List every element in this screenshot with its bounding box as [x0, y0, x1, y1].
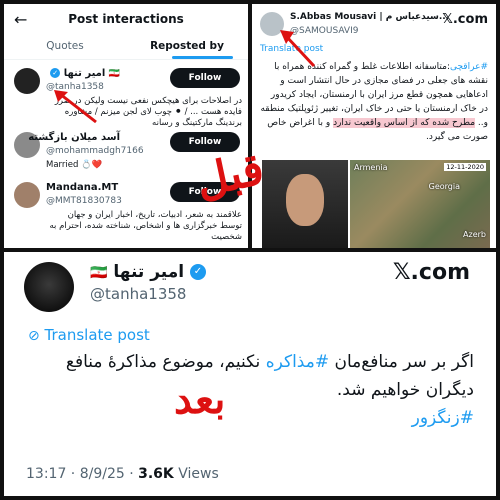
- hashtag-link[interactable]: #عراقچی: [450, 62, 488, 72]
- avatar[interactable]: [14, 68, 40, 94]
- user-name: Mandana.MT: [46, 182, 119, 193]
- red-arrow-annotation-icon: [280, 30, 316, 68]
- iran-flag-icon: 🇮🇷: [90, 265, 108, 281]
- list-item[interactable]: 🇮🇷 امیر تنها ✓ @tanha1358 Follow در اصلا…: [4, 60, 248, 128]
- post-image-portrait[interactable]: [262, 160, 348, 248]
- follow-button[interactable]: Follow: [170, 68, 240, 88]
- current-post-panel: 🇮🇷 امیر تنها ✓ @tanha1358 𝕏.com ⊘ Transl…: [4, 252, 496, 496]
- translate-icon: ⊘: [28, 328, 40, 344]
- post-body: #عراقچی:متاسفانه اطلاعات غلط و گمراه کنن…: [260, 60, 488, 144]
- map-label-azerb: Azerb: [463, 230, 486, 239]
- translate-post-link[interactable]: ⊘ Translate post: [28, 326, 150, 344]
- hashtag-link[interactable]: #مذاکره: [266, 352, 329, 372]
- post-interactions-panel: ← Post interactions Quotes Reposted by 🇮…: [4, 4, 248, 248]
- back-arrow-icon[interactable]: ←: [14, 10, 27, 29]
- x-logo-icon: 𝕏.com: [442, 12, 488, 27]
- map-label-armenia: Armenia: [354, 163, 388, 172]
- user-handle: @MMT81830783: [46, 196, 122, 206]
- post-meta: 13:17 · 8/9/25 · 3.6K Views: [26, 466, 219, 482]
- tab-reposted-by[interactable]: Reposted by: [126, 34, 248, 59]
- user-bio: علاقمند به شعر، ادبیات، تاریخ، اخبار ایر…: [49, 210, 242, 242]
- interaction-tabs: Quotes Reposted by: [4, 34, 248, 60]
- x-logo-icon: 𝕏.com: [392, 260, 470, 285]
- iran-flag-icon: 🇮🇷: [108, 69, 120, 79]
- author-handle[interactable]: @tanha1358: [90, 285, 186, 303]
- user-name: 🇮🇷 امیر تنها ✓: [50, 68, 120, 79]
- red-arrow-annotation-icon: [54, 90, 97, 124]
- highlighted-text: مطرح شده که از اساس واقعیت ندارد: [333, 118, 476, 128]
- verified-badge-icon: ✓: [50, 68, 61, 78]
- views-count: 3.6K: [138, 466, 174, 482]
- tab-quotes[interactable]: Quotes: [4, 34, 126, 59]
- user-handle: @mohammadgh7166: [46, 146, 144, 156]
- post-timestamp[interactable]: 13:17 · 8/9/25 ·: [26, 466, 138, 482]
- post-interactions-header: ← Post interactions: [4, 4, 248, 34]
- user-name: آسد میلان بازگشته: [28, 132, 120, 143]
- map-date: 12-11-2020: [444, 163, 486, 171]
- source-post-panel: S.Abbas Mousavi | سیدعباس م... @SAMOUSAV…: [252, 4, 496, 248]
- post-image-map[interactable]: Armenia 12-11-2020 Georgia Azerb: [350, 160, 490, 248]
- page-title: Post interactions: [68, 12, 184, 26]
- post-body: اگر بر سر منافع‌مان #مذاکره نکنیم، موضوع…: [24, 348, 474, 404]
- avatar[interactable]: [14, 182, 40, 208]
- face-image: [286, 174, 324, 226]
- avatar[interactable]: [24, 262, 74, 312]
- author-name[interactable]: 🇮🇷 امیر تنها ✓: [90, 262, 206, 282]
- hashtag-link[interactable]: #زنگزور: [412, 408, 474, 428]
- views-label: Views: [178, 466, 219, 482]
- after-annotation: بعد: [174, 376, 226, 423]
- map-label-georgia: Georgia: [428, 182, 460, 191]
- post-text-part1: اگر بر سر منافع‌مان: [334, 352, 474, 372]
- verified-badge-icon: ✓: [190, 264, 206, 280]
- author-name[interactable]: S.Abbas Mousavi | سیدعباس م...: [290, 12, 449, 22]
